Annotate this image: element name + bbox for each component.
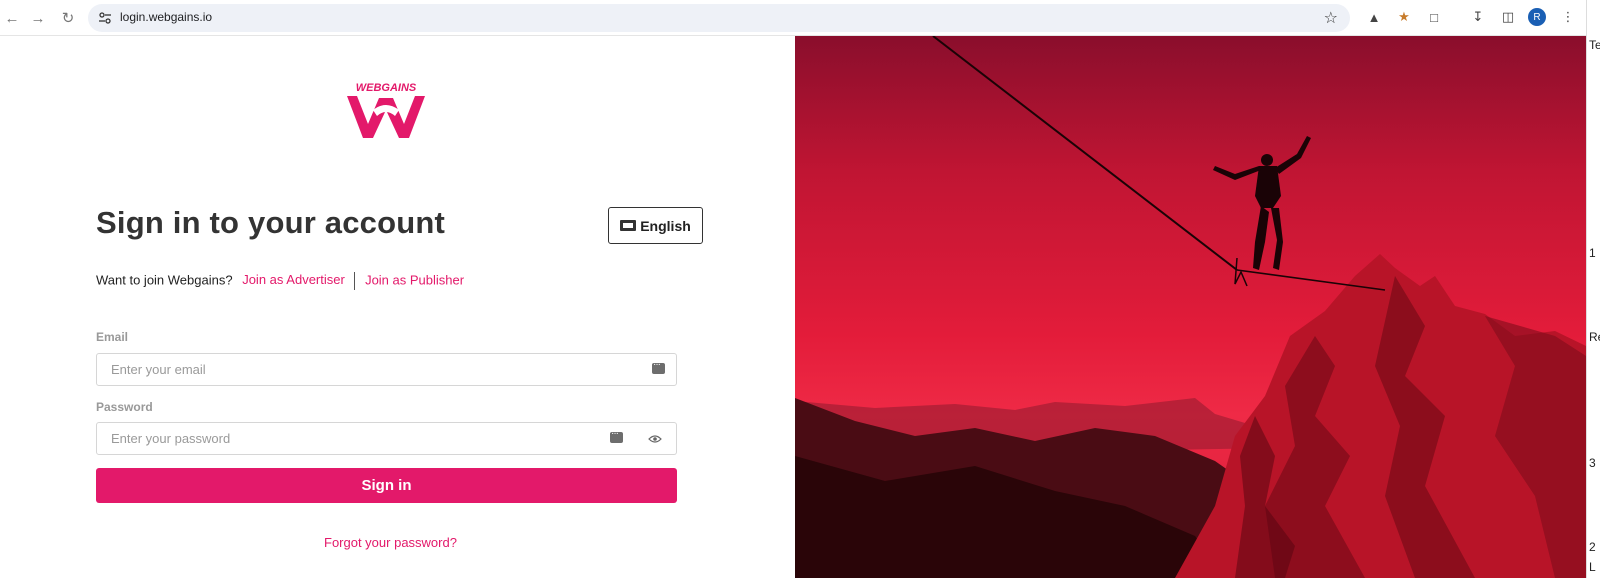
hero-image-slackliner — [795, 36, 1586, 578]
forgot-password-link[interactable]: Forgot your password? — [324, 535, 457, 550]
extensions-puzzle-icon[interactable]: □ — [1424, 7, 1444, 27]
download-icon[interactable]: ↧ — [1468, 7, 1488, 27]
extension-triangle-icon[interactable]: ▲ — [1364, 7, 1384, 27]
strip-text: L — [1589, 560, 1596, 574]
profile-avatar[interactable]: R — [1528, 8, 1546, 26]
email-field[interactable] — [97, 354, 676, 385]
browser-toolbar: ← → ↻ login.webgains.io ☆ ▲ ★ □ ↧ ◫ R ⋮ — [0, 0, 1600, 36]
forward-arrow-icon[interactable]: → — [26, 6, 50, 30]
join-prompt: Want to join Webgains? — [96, 272, 233, 288]
password-field[interactable] — [97, 423, 634, 454]
svg-text:WEBGAINS: WEBGAINS — [356, 82, 417, 94]
more-menu-icon[interactable]: ⋮ — [1558, 7, 1578, 27]
password-autofill-icon[interactable] — [610, 428, 623, 443]
password-field-wrapper — [96, 422, 635, 455]
webgains-logo: WEBGAINS — [347, 82, 425, 138]
sign-in-button[interactable]: Sign in — [96, 468, 677, 503]
adjacent-window-strip: Te 1 Re 3 2 L — [1586, 0, 1600, 578]
email-field-wrapper — [96, 353, 677, 386]
strip-text: 1 — [1589, 246, 1596, 260]
join-advertiser-link[interactable]: Join as Advertiser — [242, 272, 345, 287]
side-panel-icon[interactable]: ◫ — [1498, 7, 1518, 27]
language-button[interactable]: English — [608, 207, 703, 244]
strip-text: Te — [1589, 38, 1600, 52]
extension-figure-icon[interactable]: ★ — [1394, 7, 1414, 27]
site-settings-icon[interactable] — [98, 11, 112, 25]
page-title: Sign in to your account — [96, 205, 446, 240]
email-label: Email — [96, 330, 129, 344]
reload-icon[interactable]: ↻ — [56, 6, 80, 30]
strip-text: Re — [1589, 330, 1600, 344]
eye-icon — [648, 434, 662, 443]
url-text[interactable]: login.webgains.io — [120, 10, 212, 24]
language-label: English — [640, 217, 691, 234]
strip-text: 2 — [1589, 540, 1596, 554]
join-divider — [354, 272, 356, 290]
strip-text: 3 — [1589, 456, 1596, 470]
join-publisher-link[interactable]: Join as Publisher — [365, 272, 464, 287]
join-row: Want to join Webgains? Join as Advertise… — [96, 272, 464, 290]
language-flag-icon — [620, 220, 637, 231]
back-arrow-icon[interactable]: ← — [0, 6, 24, 30]
bookmark-star-icon[interactable]: ☆ — [1324, 8, 1338, 28]
password-label: Password — [96, 400, 153, 414]
show-password-button[interactable] — [634, 422, 677, 455]
address-bar[interactable]: login.webgains.io ☆ — [88, 4, 1350, 32]
email-autofill-icon[interactable] — [652, 359, 665, 374]
